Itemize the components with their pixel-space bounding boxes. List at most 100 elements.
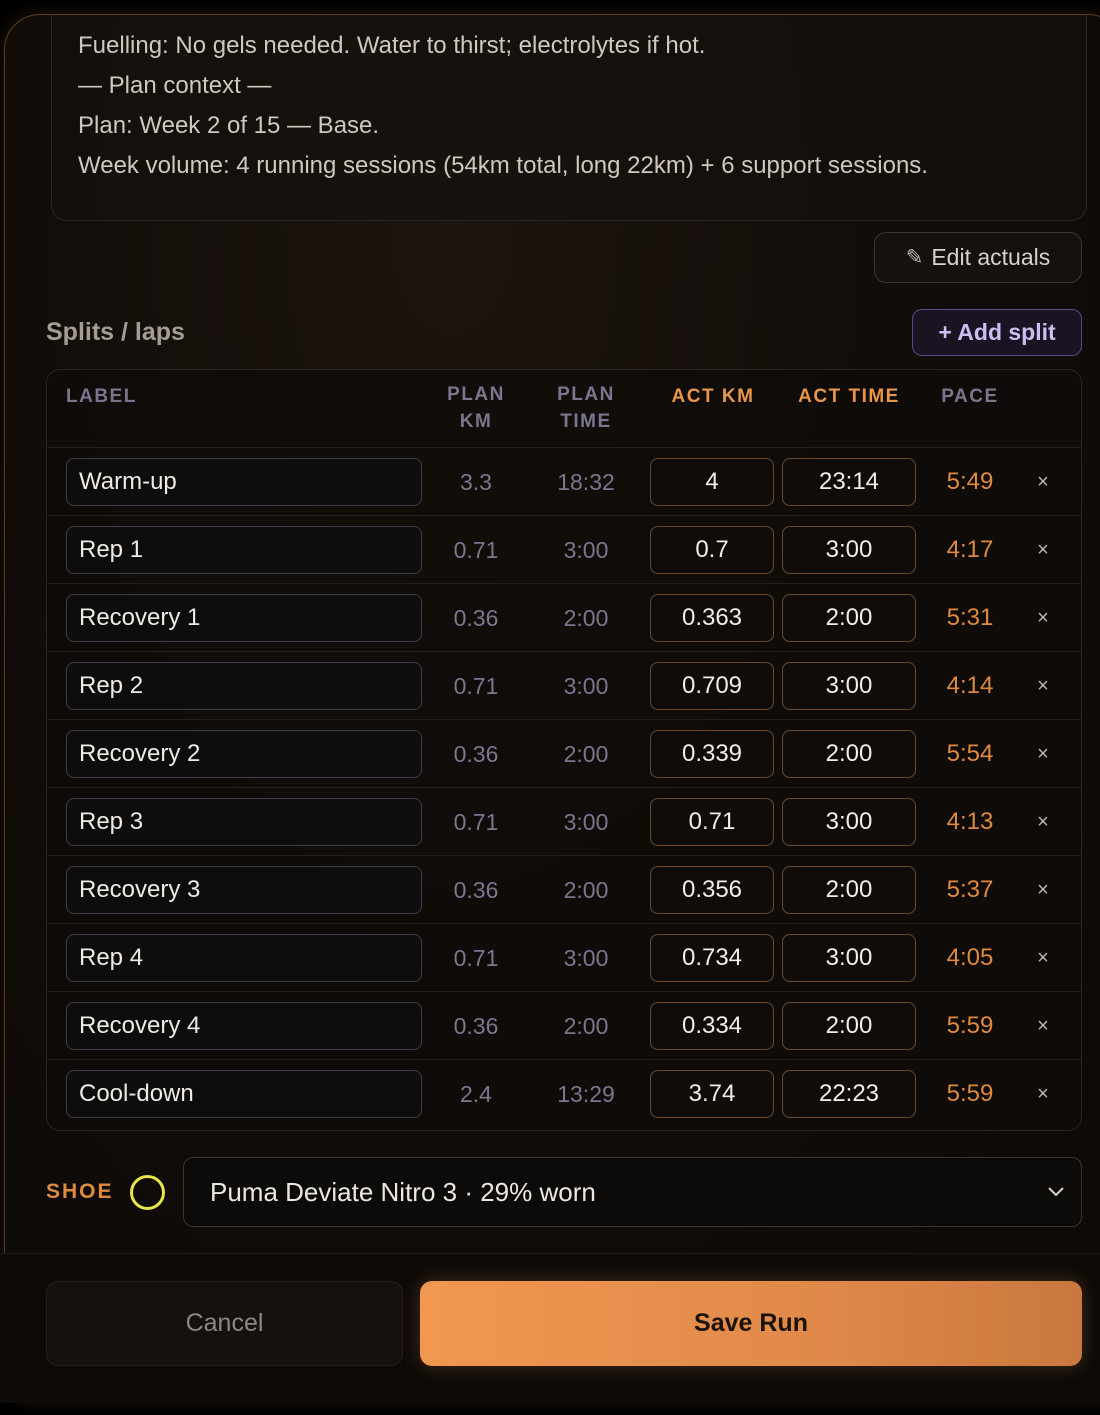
split-act-time-input[interactable]: 2:00 <box>782 866 916 914</box>
split-plan-time: 2:00 <box>563 877 609 903</box>
split-row: Recovery 1 0.36 2:00 0.363 2:00 5:31 × <box>47 584 1081 652</box>
delete-split-button[interactable]: × <box>1027 584 1059 652</box>
notes-line-week-volume: Week volume: 4 running sessions (54km to… <box>78 152 928 179</box>
split-label-input[interactable]: Recovery 1 <box>66 594 422 642</box>
split-label-input[interactable]: Rep 2 <box>66 662 422 710</box>
split-act-km-input[interactable]: 0.7 <box>650 526 774 574</box>
splits-table-header: LABEL PLAN KM PLAN TIME ACT KM ACT TIME … <box>47 370 1081 448</box>
save-run-button[interactable]: Save Run <box>420 1281 1082 1366</box>
split-act-time-input[interactable]: 3:00 <box>782 934 916 982</box>
split-act-time-input[interactable]: 3:00 <box>782 526 916 574</box>
split-label-input[interactable]: Rep 1 <box>66 526 422 574</box>
delete-split-button[interactable]: × <box>1027 992 1059 1060</box>
split-plan-km: 0.71 <box>453 673 499 699</box>
split-plan-km: 0.36 <box>453 605 499 631</box>
split-plan-time: 3:00 <box>563 945 609 971</box>
split-pace: 4:17 <box>946 536 994 563</box>
shoe-status-ring <box>130 1175 165 1210</box>
add-split-button[interactable]: + Add split <box>912 309 1082 356</box>
split-row: Rep 3 0.71 3:00 0.71 3:00 4:13 × <box>47 788 1081 856</box>
split-plan-km: 3.3 <box>460 469 492 495</box>
split-plan-time: 13:29 <box>557 1081 615 1107</box>
split-pace: 5:59 <box>946 1080 994 1107</box>
split-plan-time: 2:00 <box>563 605 609 631</box>
splits-section-title: Splits / laps <box>46 318 185 346</box>
split-plan-km: 0.71 <box>453 537 499 563</box>
split-pace: 4:13 <box>946 808 994 835</box>
split-plan-km: 2.4 <box>460 1081 492 1107</box>
split-row: Recovery 4 0.36 2:00 0.334 2:00 5:59 × <box>47 992 1081 1060</box>
split-act-time-input[interactable]: 2:00 <box>782 730 916 778</box>
delete-split-button[interactable]: × <box>1027 924 1059 992</box>
split-row: Recovery 3 0.36 2:00 0.356 2:00 5:37 × <box>47 856 1081 924</box>
split-act-time-input[interactable]: 23:14 <box>782 458 916 506</box>
split-row: Recovery 2 0.36 2:00 0.339 2:00 5:54 × <box>47 720 1081 788</box>
split-act-km-input[interactable]: 0.339 <box>650 730 774 778</box>
split-act-time-input[interactable]: 3:00 <box>782 662 916 710</box>
split-pace: 4:05 <box>946 944 994 971</box>
split-act-km-input[interactable]: 3.74 <box>650 1070 774 1118</box>
split-act-km-input[interactable]: 0.71 <box>650 798 774 846</box>
notes-line-plan: Plan: Week 2 of 15 — Base. <box>78 112 380 139</box>
split-label-input[interactable]: Recovery 2 <box>66 730 422 778</box>
edit-actuals-button[interactable]: ✎ Edit actuals <box>874 232 1082 283</box>
shoe-select[interactable]: Puma Deviate Nitro 3 · 29% worn <box>183 1157 1082 1227</box>
split-pace: 5:59 <box>946 1012 994 1039</box>
split-act-km-input[interactable]: 0.334 <box>650 1002 774 1050</box>
split-act-km-input[interactable]: 0.709 <box>650 662 774 710</box>
split-label-input[interactable]: Recovery 4 <box>66 1002 422 1050</box>
header-pace: PACE <box>941 386 999 407</box>
split-pace: 5:31 <box>946 604 994 631</box>
header-plan-time: PLAN TIME <box>557 384 615 432</box>
split-plan-km: 0.71 <box>453 809 499 835</box>
split-act-km-input[interactable]: 4 <box>650 458 774 506</box>
split-plan-km: 0.36 <box>453 1013 499 1039</box>
delete-split-button[interactable]: × <box>1027 1060 1059 1128</box>
split-plan-km: 0.36 <box>453 877 499 903</box>
split-act-km-input[interactable]: 0.734 <box>650 934 774 982</box>
delete-split-button[interactable]: × <box>1027 856 1059 924</box>
modal-footer: Cancel Save Run <box>0 1253 1100 1403</box>
split-row: Cool-down 2.4 13:29 3.74 22:23 5:59 × <box>47 1060 1081 1128</box>
delete-split-button[interactable]: × <box>1027 652 1059 720</box>
split-label-input[interactable]: Warm-up <box>66 458 422 506</box>
split-label-input[interactable]: Cool-down <box>66 1070 422 1118</box>
split-label-input[interactable]: Rep 4 <box>66 934 422 982</box>
cancel-button[interactable]: Cancel <box>46 1281 403 1366</box>
split-plan-time: 2:00 <box>563 741 609 767</box>
split-act-time-input[interactable]: 22:23 <box>782 1070 916 1118</box>
split-plan-km: 0.71 <box>453 945 499 971</box>
notes-line-plan-context: — Plan context — <box>78 72 272 99</box>
header-act-time: ACT TIME <box>798 386 900 407</box>
header-label: LABEL <box>66 386 137 407</box>
split-pace: 4:14 <box>946 672 994 699</box>
splits-table: LABEL PLAN KM PLAN TIME ACT KM ACT TIME … <box>46 369 1082 1131</box>
header-act-km: ACT KM <box>671 386 755 407</box>
split-act-time-input[interactable]: 2:00 <box>782 594 916 642</box>
split-plan-time: 2:00 <box>563 1013 609 1039</box>
split-plan-km: 0.36 <box>453 741 499 767</box>
split-act-time-input[interactable]: 2:00 <box>782 1002 916 1050</box>
split-act-km-input[interactable]: 0.356 <box>650 866 774 914</box>
split-act-km-input[interactable]: 0.363 <box>650 594 774 642</box>
split-pace: 5:54 <box>946 740 994 767</box>
split-label-input[interactable]: Rep 3 <box>66 798 422 846</box>
delete-split-button[interactable]: × <box>1027 448 1059 516</box>
split-plan-time: 18:32 <box>557 469 615 495</box>
chevron-down-icon <box>1048 1187 1064 1197</box>
shoe-selected-value: Puma Deviate Nitro 3 · 29% worn <box>210 1177 596 1207</box>
split-row: Rep 4 0.71 3:00 0.734 3:00 4:05 × <box>47 924 1081 992</box>
delete-split-button[interactable]: × <box>1027 788 1059 856</box>
split-row: Warm-up 3.3 18:32 4 23:14 5:49 × <box>47 448 1081 516</box>
split-plan-time: 3:00 <box>563 537 609 563</box>
notes-line-fuelling: Fuelling: No gels needed. Water to thirs… <box>78 32 706 59</box>
delete-split-button[interactable]: × <box>1027 516 1059 584</box>
header-plan-km: PLAN KM <box>447 384 505 432</box>
delete-split-button[interactable]: × <box>1027 720 1059 788</box>
split-plan-time: 3:00 <box>563 809 609 835</box>
split-act-time-input[interactable]: 3:00 <box>782 798 916 846</box>
split-row: Rep 1 0.71 3:00 0.7 3:00 4:17 × <box>47 516 1081 584</box>
pencil-icon: ✎ <box>905 246 924 269</box>
split-label-input[interactable]: Recovery 3 <box>66 866 422 914</box>
split-plan-time: 3:00 <box>563 673 609 699</box>
